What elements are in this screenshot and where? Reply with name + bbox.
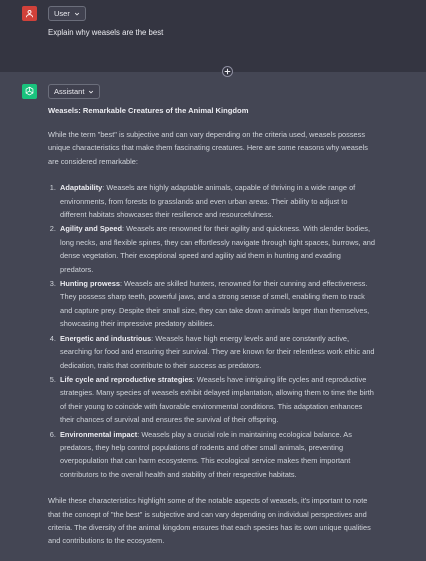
reasons-list: Adaptability: Weasels are highly adaptab… <box>48 181 376 481</box>
user-avatar <box>22 6 37 21</box>
response-title: Weasels: Remarkable Creatures of the Ani… <box>48 106 249 115</box>
response-intro: While the term "best" is subjective and … <box>48 130 368 166</box>
plus-icon <box>224 68 231 75</box>
chevron-down-icon <box>74 12 79 16</box>
assistant-role-label: Assistant <box>54 87 85 96</box>
user-role-selector[interactable]: User <box>48 6 86 21</box>
assistant-message-content[interactable]: Weasels: Remarkable Creatures of the Ani… <box>48 105 376 561</box>
list-item-text: : Weasels are highly adaptable animals, … <box>60 183 356 220</box>
openai-logo-icon <box>25 86 34 96</box>
assistant-avatar <box>22 84 37 99</box>
user-message-section: User Explain why weasels are the best <box>0 0 426 72</box>
assistant-role-selector[interactable]: Assistant <box>48 84 101 99</box>
list-item-heading: Adaptability <box>60 183 103 193</box>
list-item: Life cycle and reproductive strategies: … <box>58 373 376 427</box>
list-item-heading: Environmental impact <box>60 429 138 439</box>
response-conclusion: While these characteristics highlight so… <box>48 496 371 546</box>
list-item: Energetic and industrious: Weasels have … <box>58 332 376 372</box>
list-item-heading: Energetic and industrious <box>60 333 152 343</box>
chevron-down-icon <box>89 90 94 94</box>
add-message-button[interactable] <box>222 66 233 77</box>
list-item-heading: Hunting prowess <box>60 279 120 289</box>
list-item: Hunting prowess: Weasels are skilled hun… <box>58 277 376 331</box>
assistant-message-section: Assistant Weasels: Remarkable Creatures … <box>0 72 426 545</box>
list-item-heading: Agility and Speed <box>60 224 123 234</box>
user-message-text[interactable]: Explain why weasels are the best <box>48 28 163 37</box>
user-icon <box>26 10 33 18</box>
list-item: Agility and Speed: Weasels are renowned … <box>58 222 376 276</box>
user-role-label: User <box>54 9 70 18</box>
list-item-heading: Life cycle and reproductive strategies <box>60 374 193 384</box>
list-item: Environmental impact: Weasels play a cru… <box>58 428 376 482</box>
list-item: Adaptability: Weasels are highly adaptab… <box>58 181 376 221</box>
